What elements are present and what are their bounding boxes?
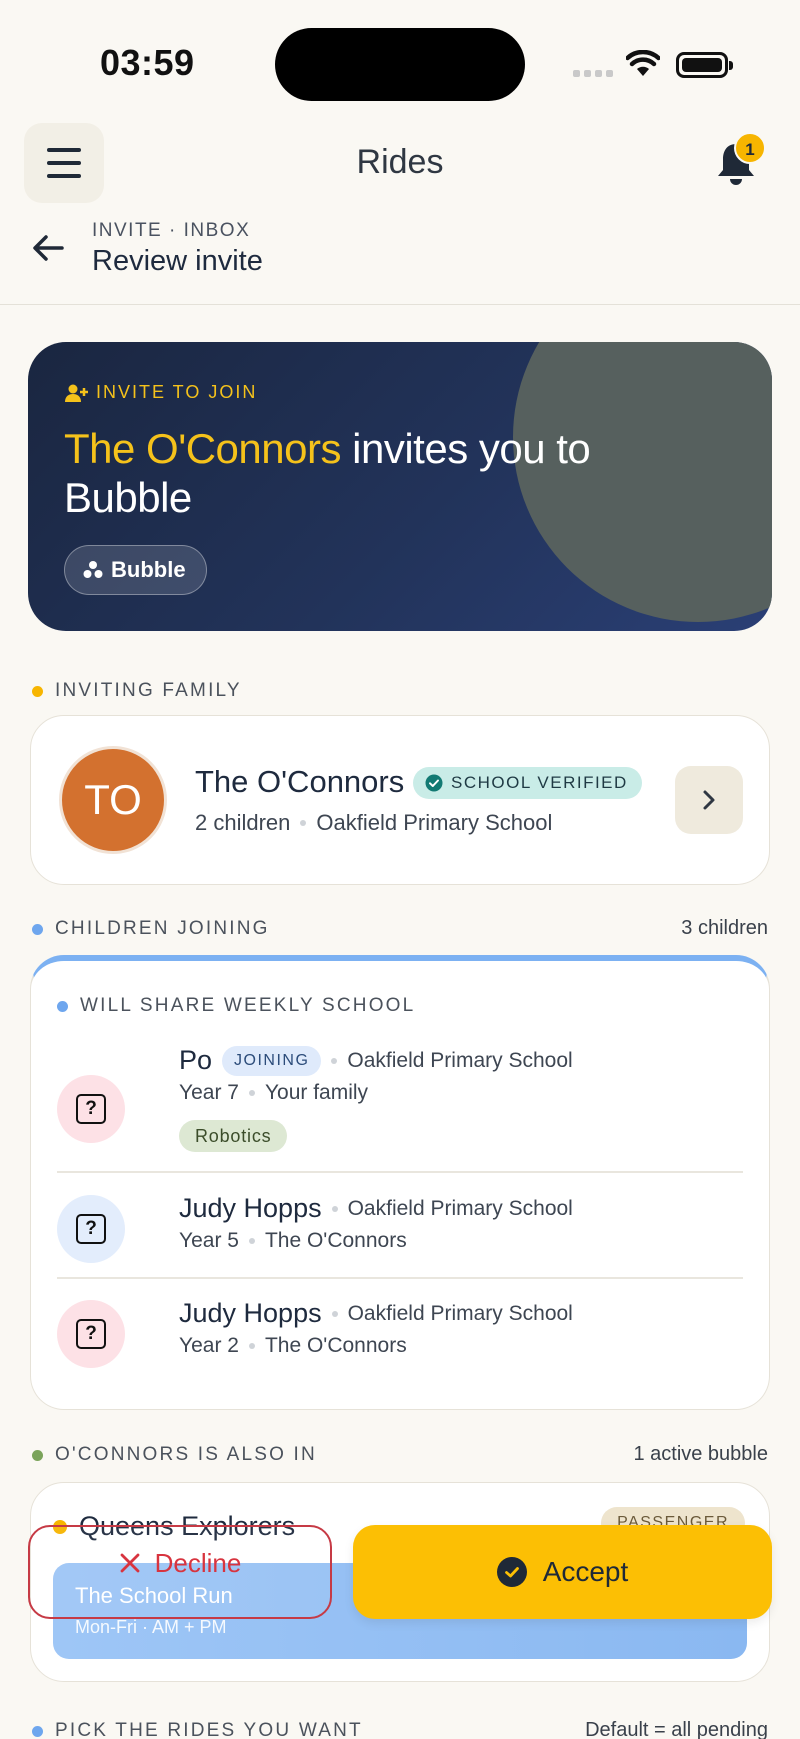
decline-label: Decline [154,1547,242,1578]
screen-title: Review invite [92,245,263,277]
child-name-row: Judy Hopps Oakfield Primary School [179,1193,573,1224]
bubble-chip-label: Bubble [111,557,186,582]
avatar: ? [57,1300,125,1368]
child-name: Judy Hopps [179,1193,322,1223]
child-name-row: Judy Hopps Oakfield Primary School [179,1298,573,1329]
x-icon [120,1553,140,1573]
hero-kicker-label: INVITE TO JOIN [96,382,258,402]
family-meta: 2 children Oakfield Primary School [195,810,552,836]
child-year: Year 5 [179,1229,239,1252]
separator-dot [248,1238,255,1244]
section-label: PICK THE RIDES YOU WANT [55,1720,363,1739]
avatar: TO [59,746,167,854]
arrow-left-icon[interactable] [28,228,68,268]
children-sublabel: WILL SHARE WEEKLY SCHOOL [57,995,415,1017]
child-family: The O'Connors [264,1334,407,1357]
child-name-row: Po JOINING Oakfield Primary School [179,1045,573,1076]
section-dot [32,1725,43,1737]
breadcrumb: INVITE · INBOX [92,220,251,241]
hero-inviter-name: The O'Connors [64,425,341,472]
section-label: O'CONNORS IS ALSO IN [55,1444,317,1465]
bubble-chip[interactable]: Bubble [64,545,207,595]
question-box-icon: ? [76,1319,106,1349]
battery-icon [676,52,733,78]
cellular-signal-icon [573,70,613,77]
notification-badge: 1 [734,132,766,164]
check-circle-icon [496,1557,527,1587]
bubble-cluster-icon [83,561,103,578]
children-card: WILL SHARE WEEKLY SCHOOL ? Po JOINING Oa… [30,955,770,1410]
child-name: Judy Hopps [179,1298,322,1328]
invite-hero-card: INVITE TO JOIN The O'Connors invites you… [28,342,772,631]
joining-badge: JOINING [222,1045,322,1076]
child-school: Oakfield Primary School [347,1196,573,1220]
section-dot [57,1000,68,1012]
avatar: ? [57,1075,125,1143]
run-schedule: Mon-Fri · AM + PM [75,1617,227,1637]
list-divider [57,1277,743,1279]
chevron-right-icon [703,790,715,810]
page-title: Rides [356,143,444,181]
child-school: Oakfield Primary School [347,1048,573,1072]
avatar: ? [57,1195,125,1263]
interest-tag: Robotics [179,1120,288,1152]
section-dot [32,923,43,935]
section-also-in: O'CONNORS IS ALSO IN [32,1444,317,1466]
separator-dot [300,820,307,826]
status-bar: 03:59 [0,0,800,120]
child-year: Year 2 [179,1334,239,1357]
children-count: 3 children [681,917,768,939]
accept-button[interactable]: Accept [353,1525,772,1619]
verified-badge-label: SCHOOL VERIFIED [451,773,628,792]
decline-button[interactable]: Decline [28,1525,332,1619]
section-dot [32,685,43,697]
verified-check-icon [425,774,443,792]
section-children-joining: CHILDREN JOINING [32,918,270,940]
list-item[interactable]: ? Judy Hopps Oakfield Primary School Yea… [57,1193,743,1273]
list-item[interactable]: ? Judy Hopps Oakfield Primary School Yea… [57,1298,743,1378]
family-children-count: 2 children [195,810,291,835]
accept-label: Accept [542,1556,629,1587]
hero-kicker: INVITE TO JOIN [64,382,257,403]
section-label: INVITING FAMILY [55,680,242,701]
active-bubble-count: 1 active bubble [633,1443,768,1465]
dynamic-island [275,28,525,101]
child-meta: Year 2 The O'Connors [179,1334,407,1358]
child-family: Your family [264,1081,369,1104]
question-box-icon: ? [76,1214,106,1244]
section-pick-rides: PICK THE RIDES YOU WANT [32,1720,363,1739]
status-time: 03:59 [100,42,195,83]
family-card[interactable]: TO The O'Connors SCHOOL VERIFIED 2 child… [30,715,770,885]
children-sublabel-text: WILL SHARE WEEKLY SCHOOL [80,995,416,1016]
child-year: Year 7 [179,1081,239,1104]
section-label: CHILDREN JOINING [55,918,270,939]
hero-headline: The O'Connors invites you to Bubble [64,424,624,522]
person-add-icon [65,384,88,402]
family-school: Oakfield Primary School [316,810,553,835]
separator-dot [331,1205,338,1212]
rides-default-label: Default = all pending [585,1719,768,1739]
child-name: Po [179,1045,213,1075]
header-divider [0,304,800,305]
child-family: The O'Connors [264,1229,407,1252]
wifi-icon [626,50,660,76]
verified-badge: SCHOOL VERIFIED [413,767,642,799]
family-details-button[interactable] [675,766,743,834]
separator-dot [248,1090,255,1096]
family-name: The O'Connors [195,764,405,799]
list-item[interactable]: ? Po JOINING Oakfield Primary School Yea… [57,1045,743,1155]
separator-dot [331,1057,338,1064]
separator-dot [248,1343,255,1349]
child-school: Oakfield Primary School [347,1301,573,1325]
child-meta: Year 7 Your family [179,1081,368,1105]
list-divider [57,1171,743,1173]
section-dot [32,1449,43,1461]
section-inviting-family: INVITING FAMILY [32,680,242,702]
question-box-icon: ? [76,1094,106,1124]
separator-dot [331,1310,338,1317]
child-meta: Year 5 The O'Connors [179,1229,407,1253]
